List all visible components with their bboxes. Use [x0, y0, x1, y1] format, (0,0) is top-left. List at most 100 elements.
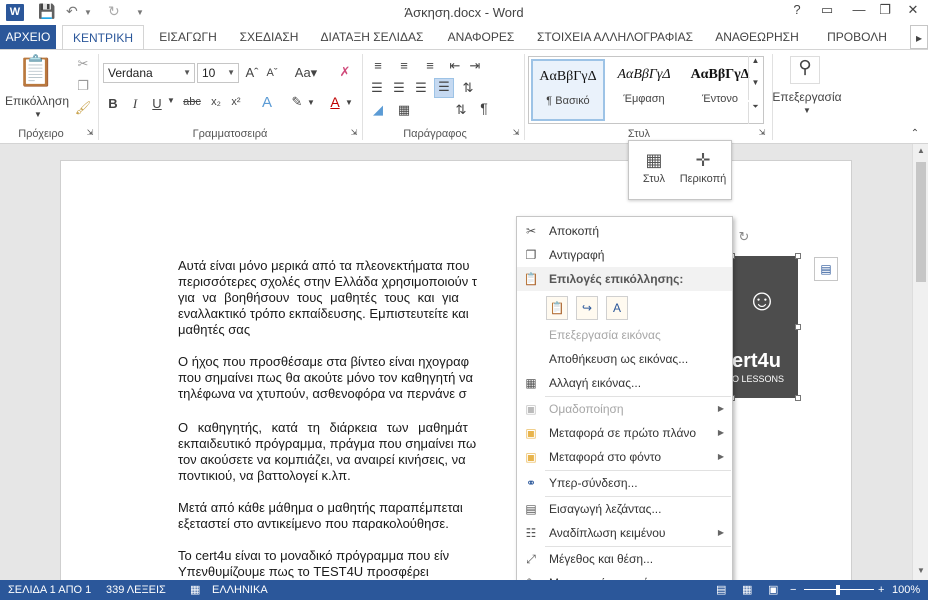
- scroll-thumb[interactable]: [916, 162, 926, 282]
- paste-icon[interactable]: 📋: [16, 54, 56, 94]
- tab-view[interactable]: ΠΡΟΒΟΛΗ: [814, 25, 900, 49]
- show-formatting-marks-icon[interactable]: ¶: [476, 100, 492, 116]
- paste-keep-formatting-icon[interactable]: 📋: [546, 296, 568, 320]
- tab-references[interactable]: ΑΝΑΦΟΡΕΣ: [438, 25, 524, 49]
- layout-options-icon[interactable]: ▤: [814, 257, 838, 281]
- resize-handle[interactable]: [795, 395, 801, 401]
- menu-item-hyperlink[interactable]: ⚭ Υπερ-σύνδεση...: [517, 471, 732, 495]
- resize-handle[interactable]: [795, 324, 801, 330]
- read-mode-icon[interactable]: ▤: [716, 580, 726, 600]
- paste-dropdown-icon[interactable]: ▼: [32, 110, 44, 119]
- web-layout-icon[interactable]: ▣: [768, 580, 778, 600]
- line-spacing-icon[interactable]: ⇅: [458, 80, 478, 96]
- paste-button[interactable]: Επικόλληση: [4, 94, 70, 108]
- tab-page-layout[interactable]: ΔΙΑΤΑΞΗ ΣΕΛΙΔΑΣ: [314, 25, 430, 49]
- underline-icon[interactable]: U: [150, 96, 164, 111]
- align-right-icon[interactable]: ☰: [412, 80, 430, 96]
- paste-merge-formatting-icon[interactable]: ↪: [576, 296, 598, 320]
- zoom-out-icon[interactable]: −: [790, 580, 796, 600]
- style-strong[interactable]: AαΒβΓγΔ Έντονο: [683, 59, 757, 121]
- doc-line[interactable]: που σημαίνει πως θα ακούτε μόνο τον καθη…: [178, 370, 518, 386]
- menu-item-save-as-picture[interactable]: Αποθήκευση ως εικόνας...: [517, 347, 732, 371]
- tab-review[interactable]: ΑΝΑΘΕΩΡΗΣΗ: [708, 25, 806, 49]
- help-button[interactable]: ?: [784, 2, 810, 17]
- format-painter-icon[interactable]: 🖌: [74, 100, 92, 116]
- selected-picture[interactable]: ☺ ert4u O LESSONS: [732, 256, 798, 398]
- vertical-scrollbar[interactable]: ▲ ▼: [912, 144, 928, 580]
- cut-icon[interactable]: ✂: [74, 56, 92, 72]
- menu-item-bring-forward[interactable]: ▣ Μεταφορά σε πρώτο πλάνο ▶: [517, 421, 732, 445]
- doc-line[interactable]: τον ακούσετε να κομπιάζει, να αναιρεί κι…: [178, 452, 518, 468]
- style-normal[interactable]: AαΒβΓγΔ ¶ Βασικό: [531, 59, 605, 121]
- status-page[interactable]: ΣΕΛΙΔΑ 1 ΑΠΟ 1: [8, 580, 91, 600]
- styles-scroll-down-icon[interactable]: ▼: [748, 78, 762, 100]
- tab-file[interactable]: ΑΡΧΕΙΟ: [0, 25, 56, 49]
- styles-launcher-icon[interactable]: ⇲: [756, 128, 768, 137]
- shrink-font-icon[interactable]: Aˇ: [264, 67, 280, 79]
- doc-line[interactable]: Ο ήχος που προσθέσαμε στα βίντεο είναι η…: [178, 354, 518, 370]
- font-launcher-icon[interactable]: ⇲: [348, 128, 360, 137]
- italic-icon[interactable]: I: [128, 96, 142, 112]
- increase-indent-icon[interactable]: ⇥: [466, 58, 484, 74]
- decrease-indent-icon[interactable]: ⇤: [446, 58, 464, 74]
- menu-item-change-picture[interactable]: ▦ Αλλαγή εικόνας...: [517, 371, 732, 395]
- clipboard-launcher-icon[interactable]: ⇲: [84, 128, 96, 137]
- style-emphasis[interactable]: AαΒβΓγΔ Έμφαση: [607, 59, 681, 121]
- scroll-down-icon[interactable]: ▼: [915, 566, 927, 575]
- underline-dropdown-icon[interactable]: ▼: [166, 96, 176, 105]
- mini-crop-button[interactable]: ✛ Περικοπή: [677, 147, 729, 185]
- clear-formatting-icon[interactable]: ✗: [336, 64, 354, 80]
- shading-icon[interactable]: ◢: [368, 102, 388, 118]
- borders-icon[interactable]: ▦: [394, 102, 414, 118]
- doc-line[interactable]: εκπαιδευτικό πρόγραμμα, πράγμα που σημαί…: [178, 436, 518, 452]
- tabs-scroll-right-icon[interactable]: ▸: [910, 25, 928, 49]
- doc-line[interactable]: ποντικιού, να βαττολογεί κ.λπ.: [178, 468, 518, 484]
- multilevel-list-icon[interactable]: ≡: [420, 58, 440, 73]
- doc-line[interactable]: εξεταστεί στο αντικείμενο που παρακολούθ…: [178, 516, 518, 532]
- change-case-icon[interactable]: Aa▾: [294, 65, 318, 81]
- status-language[interactable]: ΕΛΛΗΝΙΚΑ: [212, 580, 268, 600]
- styles-scroll-up-icon[interactable]: ▲: [748, 56, 762, 78]
- editing-dropdown-icon[interactable]: ▼: [802, 106, 812, 115]
- justify-icon[interactable]: ☰: [434, 78, 454, 98]
- highlight-icon[interactable]: ✎: [288, 94, 306, 110]
- align-left-icon[interactable]: ☰: [368, 80, 386, 96]
- doc-line[interactable]: Ο καθηγητής, κατά τη διάρκεια των μαθημά…: [178, 420, 518, 436]
- scroll-up-icon[interactable]: ▲: [915, 146, 927, 155]
- bullets-icon[interactable]: ≡: [368, 58, 388, 73]
- menu-item-wrap-text[interactable]: ☷ Αναδίπλωση κειμένου ▶: [517, 521, 732, 545]
- font-color-icon[interactable]: A: [326, 94, 344, 110]
- grow-font-icon[interactable]: Aˆ: [244, 65, 260, 80]
- binoculars-icon[interactable]: ⚲: [790, 56, 820, 84]
- proofing-icon[interactable]: ▦: [190, 580, 200, 600]
- superscript-icon[interactable]: x²: [228, 96, 244, 108]
- text-effects-icon[interactable]: A: [258, 94, 276, 111]
- tab-mailings[interactable]: ΣΤΟΙΧΕΙΑ ΑΛΛΗΛΟΓΡΑΦΙΑΣ: [532, 25, 698, 49]
- doc-line[interactable]: μαθητές σας: [178, 322, 518, 338]
- mini-style-button[interactable]: ▦ Στυλ: [631, 147, 677, 185]
- strikethrough-icon[interactable]: abc: [182, 96, 202, 108]
- sort-icon[interactable]: ⇅: [452, 102, 470, 118]
- rotate-handle-icon[interactable]: ↻: [737, 230, 751, 244]
- doc-line[interactable]: τηλέφωνα να χτυπούν, ασθενοφόρα να περνά…: [178, 386, 518, 402]
- menu-item-insert-caption[interactable]: ▤ Εισαγωγή λεζάντας...: [517, 497, 732, 521]
- doc-line[interactable]: Μετά από κάθε μάθημα ο μαθητής παραπέμπε…: [178, 500, 518, 516]
- align-center-icon[interactable]: ☰: [390, 80, 408, 96]
- doc-line[interactable]: Υπενθυμίζουμε πως το TEST4U προσφέρει: [178, 564, 518, 580]
- styles-more-icon[interactable]: ⏷: [748, 102, 762, 124]
- subscript-icon[interactable]: x₂: [208, 96, 224, 108]
- tab-design[interactable]: ΣΧΕΔΙΑΣΗ: [232, 25, 306, 49]
- doc-line[interactable]: για να βοηθήσουν τους μαθητές τους και γ…: [178, 290, 518, 306]
- paragraph-launcher-icon[interactable]: ⇲: [510, 128, 522, 137]
- font-size-dropdown-icon[interactable]: ▼: [227, 64, 235, 82]
- doc-line[interactable]: εναλλακτικό τρόπο εκπαίδευσης. Εμπιστευτ…: [178, 306, 518, 322]
- tab-insert[interactable]: ΕΙΣΑΓΩΓΗ: [150, 25, 226, 49]
- collapse-ribbon-icon[interactable]: ⌃: [908, 128, 922, 139]
- zoom-level[interactable]: 100%: [892, 580, 920, 600]
- resize-handle[interactable]: [795, 253, 801, 259]
- menu-item-size-position[interactable]: ⤢ Μέγεθος και θέση...: [517, 547, 732, 571]
- copy-icon[interactable]: ❐: [74, 78, 92, 94]
- font-name-combo[interactable]: Verdana ▼: [103, 63, 195, 83]
- menu-item-send-backward[interactable]: ▣ Μεταφορά στο φόντο ▶: [517, 445, 732, 469]
- status-words[interactable]: 339 ΛΕΞΕΙΣ: [106, 580, 166, 600]
